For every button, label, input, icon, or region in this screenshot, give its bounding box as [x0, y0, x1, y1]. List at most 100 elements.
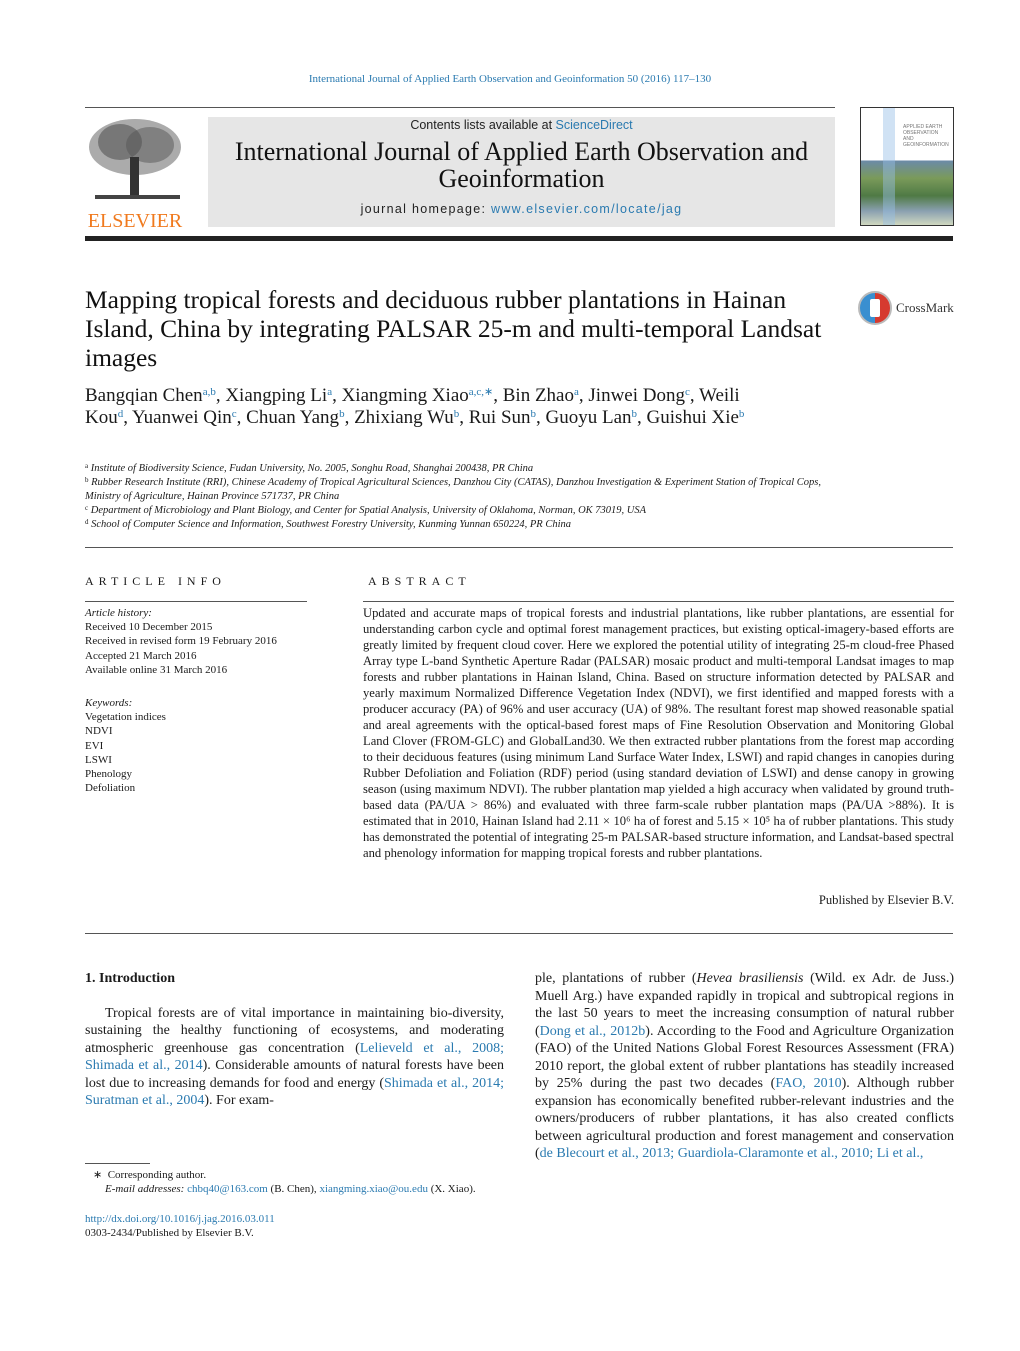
author[interactable]: Chuan Yangb — [246, 407, 344, 428]
author-name[interactable]: Bangqian Chen — [85, 385, 203, 406]
history-label: Article history: — [85, 607, 152, 619]
author[interactable]: Xiangping Lia — [225, 385, 332, 406]
author[interactable]: Jinwei Dongc — [588, 385, 689, 406]
intro-heading: 1. Introduction — [85, 971, 175, 986]
corresponding-note: ∗ Corresponding author. — [85, 1168, 525, 1182]
keyword: Phenology — [85, 768, 133, 781]
author-name[interactable]: Xiangming Xiao — [342, 385, 469, 406]
author-separator: , — [215, 385, 226, 406]
sciencedirect-link[interactable]: ScienceDirect — [556, 118, 633, 132]
history-item: Received 10 December 2015 — [85, 621, 213, 634]
author-name[interactable]: Zhixiang Wu — [354, 407, 454, 428]
affiliation-key: c — [85, 504, 89, 512]
contents-line: Contents lists available at ScienceDirec… — [208, 118, 835, 132]
author[interactable]: Guishui Xieb — [647, 407, 745, 428]
species-name: Hevea brasiliensis — [696, 971, 804, 986]
citation-link[interactable]: de Blecourt et al., 2013; Guardiola-Clar… — [540, 1146, 924, 1161]
abstract-rule — [363, 601, 954, 602]
email-label: E-mail addresses: — [105, 1183, 185, 1195]
author-separator: , — [332, 385, 342, 406]
elsevier-wordmark: ELSEVIER — [87, 210, 183, 232]
header-rule — [85, 107, 835, 108]
keyword: EVI — [85, 739, 104, 752]
affiliation-key: d — [85, 518, 89, 526]
section-rule — [85, 547, 953, 548]
article-info-rule — [85, 601, 307, 602]
crossmark-icon — [858, 291, 892, 325]
affiliation: d School of Computer Science and Informa… — [85, 518, 845, 532]
intro-column-2: ple, plantations of rubber (Hevea brasil… — [535, 970, 954, 1163]
journal-cover-image[interactable]: APPLIED EARTH OBSERVATION AND GEOINFORMA… — [860, 107, 954, 226]
elsevier-logo[interactable]: ELSEVIER — [85, 117, 185, 232]
keyword: NDVI — [85, 725, 113, 738]
abstract-end-rule — [85, 933, 953, 934]
article-info-heading: ARTICLE INFO — [85, 574, 226, 588]
footnote-rule — [85, 1163, 150, 1164]
author-name[interactable]: Chuan Yang — [246, 407, 339, 428]
paper-page: International Journal of Applied Earth O… — [0, 0, 1020, 1351]
affiliation-text: Institute of Biodiversity Science, Fudan… — [90, 463, 534, 474]
author[interactable]: Rui Sunb — [469, 407, 536, 428]
author-separator: , — [637, 407, 647, 428]
author-separator: , — [344, 407, 355, 428]
author-separator: , — [578, 385, 589, 406]
homepage-prefix: journal homepage: — [360, 202, 491, 216]
author-name[interactable]: Xiangping Li — [225, 385, 327, 406]
email-line: E-mail addresses: chbq40@163.com (B. Che… — [85, 1182, 525, 1196]
keyword: Vegetation indices — [85, 711, 166, 724]
author-affiliation-mark[interactable]: b — [739, 408, 745, 420]
cover-band — [883, 108, 895, 225]
author-name[interactable]: Bin Zhao — [503, 385, 574, 406]
citation-link[interactable]: FAO, 2010 — [775, 1076, 841, 1091]
affiliation-text: Department of Microbiology and Plant Bio… — [90, 505, 647, 516]
author[interactable]: Zhixiang Wub — [354, 407, 459, 428]
author[interactable]: Xiangming Xiaoa,c,∗ — [342, 385, 494, 406]
affiliations: a Institute of Biodiversity Science, Fud… — [85, 462, 845, 532]
crossmark-button[interactable]: CrossMark — [858, 291, 954, 325]
author-name[interactable]: Guishui Xie — [647, 407, 739, 428]
author-separator: , — [459, 407, 469, 428]
author[interactable]: Bin Zhaoa — [503, 385, 579, 406]
affiliation-key: b — [85, 476, 89, 484]
email-link-chen[interactable]: chbq40@163.com — [187, 1183, 268, 1195]
author-separator: , — [536, 407, 546, 428]
author-name[interactable]: Guoyu Lan — [546, 407, 632, 428]
intro-text: ). For exam- — [204, 1093, 274, 1108]
article-title: Mapping tropical forests and deciduous r… — [85, 285, 822, 372]
affiliation: a Institute of Biodiversity Science, Fud… — [85, 462, 845, 476]
affiliation-text: School of Computer Science and Informati… — [91, 519, 571, 530]
history-item: Accepted 21 March 2016 — [85, 649, 197, 662]
affiliation-key: a — [85, 462, 89, 470]
author-separator: , — [123, 407, 133, 428]
author-list: Bangqian Chena,b, Xiangping Lia, Xiangmi… — [85, 385, 785, 429]
intro-column-1: 1. Introduction Tropical forests are of … — [85, 970, 504, 1110]
footnote: ∗ Corresponding author. E-mail addresses… — [85, 1168, 525, 1196]
author[interactable]: Yuanwei Qinc — [132, 407, 237, 428]
citation-link[interactable]: Dong et al., 2012b — [540, 1024, 646, 1039]
doi-link[interactable]: http://dx.doi.org/10.1016/j.jag.2016.03.… — [85, 1212, 525, 1226]
cover-title: APPLIED EARTH OBSERVATION AND GEOINFORMA… — [903, 124, 949, 148]
journal-header-box: Contents lists available at ScienceDirec… — [208, 117, 835, 227]
author-name[interactable]: Jinwei Dong — [588, 385, 685, 406]
affiliation: b Rubber Research Institute (RRI), Chine… — [85, 476, 845, 504]
issn-line: 0303-2434/Published by Elsevier B.V. — [85, 1227, 254, 1239]
intro-paragraph-continued: ple, plantations of rubber (Hevea brasil… — [535, 970, 954, 1163]
corresponding-label: Corresponding author. — [107, 1169, 207, 1181]
contents-prefix: Contents lists available at — [410, 118, 556, 132]
author[interactable]: Guoyu Lanb — [546, 407, 638, 428]
email-link-xiao[interactable]: xiangming.xiao@ou.edu — [319, 1183, 428, 1195]
homepage-link[interactable]: www.elsevier.com/locate/jag — [491, 202, 682, 216]
author-name[interactable]: Yuanwei Qin — [132, 407, 232, 428]
author-name[interactable]: Rui Sun — [469, 407, 531, 428]
email-owner-chen: (B. Chen), — [267, 1183, 320, 1195]
journal-reference[interactable]: International Journal of Applied Earth O… — [0, 73, 1020, 85]
author-affiliation-mark[interactable]: a,c,∗ — [469, 386, 493, 398]
author[interactable]: Bangqian Chena,b — [85, 385, 216, 406]
author-affiliation-mark[interactable]: a,b — [203, 386, 216, 398]
published-by: Published by Elsevier B.V. — [818, 893, 954, 907]
email-owner-xiao: (X. Xiao). — [427, 1183, 476, 1195]
star-mark: ∗ — [93, 1169, 103, 1181]
affiliation-text: Rubber Research Institute (RRI), Chinese… — [85, 477, 821, 502]
intro-paragraph: Tropical forests are of vital importance… — [85, 1005, 504, 1110]
author-separator: , — [236, 407, 247, 428]
